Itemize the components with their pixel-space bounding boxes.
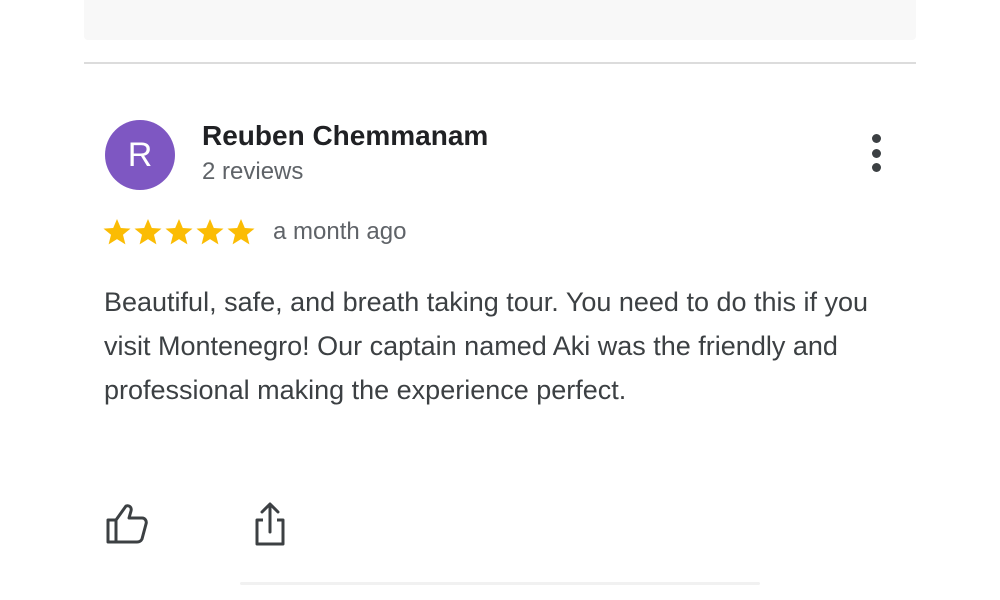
rating-row: a month ago	[102, 214, 406, 250]
review-page: R Reuben Chemmanam 2 reviews a month ago…	[0, 0, 1000, 600]
avatar[interactable]: R	[105, 120, 175, 190]
star-icon	[103, 219, 131, 245]
divider	[84, 62, 916, 64]
share-icon	[255, 502, 285, 546]
reviewer-name[interactable]: Reuben Chemmanam	[202, 120, 488, 152]
star-icon	[196, 219, 224, 245]
like-button[interactable]	[104, 502, 150, 546]
more-vert-icon-dot	[871, 148, 881, 158]
star-icon	[227, 219, 255, 245]
more-options-button[interactable]	[858, 128, 894, 178]
review-text: Beautiful, safe, and breath taking tour.…	[104, 287, 869, 405]
next-review-edge	[240, 582, 760, 585]
star-rating	[102, 217, 257, 247]
more-vert-icon-dot	[871, 163, 881, 172]
avatar-initial: R	[127, 136, 153, 174]
reviewer-review-count: 2 reviews	[202, 158, 304, 185]
star-icon	[134, 219, 162, 245]
previous-review-card	[84, 0, 916, 40]
more-vert-icon	[871, 134, 881, 143]
share-button[interactable]	[250, 500, 290, 548]
review-date: a month ago	[273, 218, 407, 245]
thumbs-up-icon	[106, 504, 148, 544]
star-icon	[165, 219, 193, 245]
